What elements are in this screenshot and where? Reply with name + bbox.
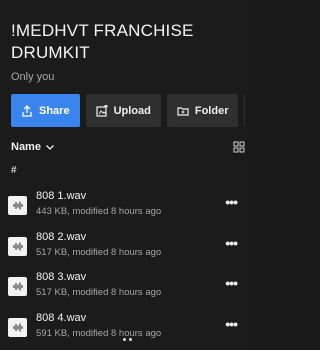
audio-file-icon xyxy=(8,196,27,215)
file-meta: 443 KB, modified 8 hours ago xyxy=(36,206,162,217)
audio-file-icon xyxy=(8,277,27,296)
sharing-status: Only you xyxy=(11,71,55,83)
folder-title: !MEDHVT FRANCHISE DRUMKIT xyxy=(11,21,194,62)
action-bar: Share Upload Folder xyxy=(11,94,245,127)
file-meta: 591 KB, modified 8 hours ago xyxy=(36,328,162,339)
page-dot xyxy=(123,338,126,341)
file-meta: 517 KB, modified 8 hours ago xyxy=(36,247,162,258)
more-icon[interactable]: ••• xyxy=(225,316,238,332)
list-section-header: # xyxy=(11,165,17,176)
file-browser-screen: !MEDHVT FRANCHISE DRUMKIT Only you Share… xyxy=(0,0,245,350)
file-name: 808 1.wav xyxy=(36,190,87,202)
more-icon[interactable]: ••• xyxy=(225,235,238,251)
grid-view-icon[interactable] xyxy=(233,141,245,153)
more-icon[interactable]: ••• xyxy=(225,275,238,291)
share-icon xyxy=(22,104,32,117)
file-meta: 517 KB, modified 8 hours ago xyxy=(36,287,162,298)
file-name: 808 3.wav xyxy=(36,271,87,283)
upload-button[interactable]: Upload xyxy=(85,94,161,127)
scan-button[interactable] xyxy=(244,94,245,127)
audio-file-icon xyxy=(8,318,27,337)
share-button[interactable]: Share xyxy=(11,94,80,127)
folder-icon xyxy=(177,106,189,116)
page-indicator xyxy=(123,338,132,341)
audio-file-icon xyxy=(8,237,27,256)
file-name: 808 4.wav xyxy=(36,312,87,324)
share-button-label: Share xyxy=(39,104,70,117)
chevron-down-icon[interactable] xyxy=(45,142,55,152)
sort-by-name[interactable]: Name xyxy=(11,141,41,153)
upload-button-label: Upload xyxy=(113,104,151,117)
upload-icon xyxy=(95,104,108,117)
file-name: 808 2.wav xyxy=(36,231,87,243)
folder-button-label: Folder xyxy=(194,104,229,117)
sort-bar: Name xyxy=(11,139,245,155)
file-row[interactable]: 808 4.wav 591 KB, modified 8 hours ago •… xyxy=(0,306,245,350)
new-folder-button[interactable]: Folder xyxy=(166,94,239,127)
more-icon[interactable]: ••• xyxy=(225,194,238,210)
page-dot xyxy=(129,338,132,341)
